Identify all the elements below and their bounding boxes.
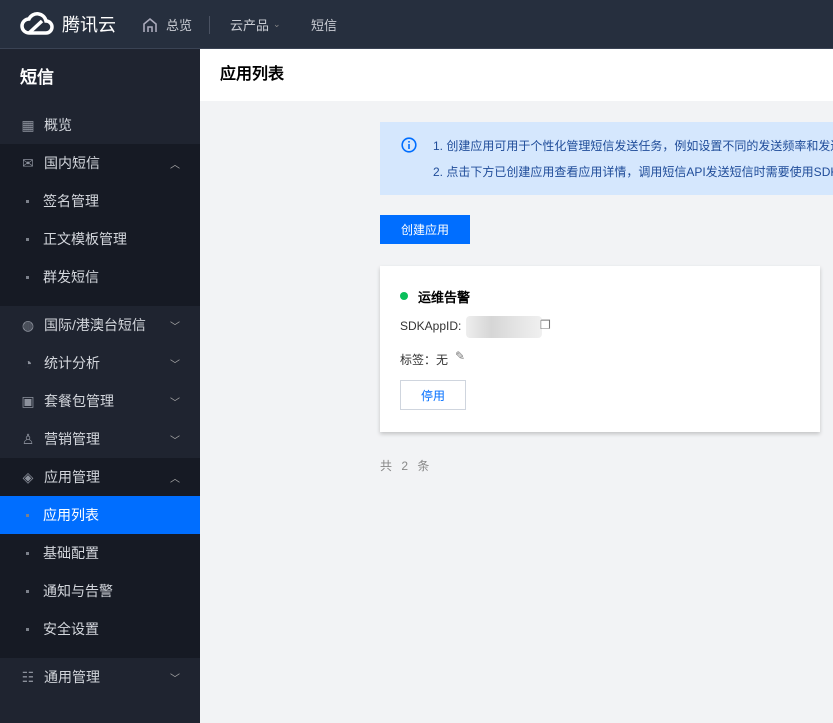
pie-chart-icon: ◔ <box>23 355 33 371</box>
sidebar-item-statistics[interactable]: ◔ 统计分析 ﹀ <box>0 344 200 382</box>
chevron-down-icon: ⌄ <box>273 19 281 29</box>
nav-sms-label: 短信 <box>311 18 338 33</box>
nav-sms[interactable]: 短信 <box>311 0 337 49</box>
sidebar-item-basic-config[interactable]: 基础配置 <box>0 534 200 572</box>
sidebar-item-overview[interactable]: ▦ 概览 <box>0 106 200 144</box>
label: 正文模板管理 <box>43 231 127 247</box>
label: 群发短信 <box>43 269 99 285</box>
sidebar-item-marketing[interactable]: ♙ 营销管理 ﹀ <box>0 420 200 458</box>
page-title: 应用列表 <box>200 49 833 101</box>
label: 概览 <box>44 117 72 133</box>
cloud-logo-icon <box>20 12 54 35</box>
label: 国际/港澳台短信 <box>44 317 146 333</box>
edit-pencil-icon[interactable]: ✎ <box>455 349 465 363</box>
sidebar-item-app-management[interactable]: ◈ 应用管理 ︿ <box>0 458 200 496</box>
sidebar-item-security[interactable]: 安全设置 <box>0 610 200 648</box>
user-group-icon: ♙ <box>21 430 35 447</box>
sidebar: 短信 ▦ 概览 ✉ 国内短信 ︿ 签名管理 正文模板管理 群发短信 ◍ 国际/港澳台短信… <box>0 49 200 723</box>
bullet-icon <box>26 628 29 631</box>
sidebar-item-international[interactable]: ◍ 国际/港澳台短信 ﹀ <box>0 306 200 344</box>
brand-logo[interactable]: 腾讯云 <box>20 11 116 37</box>
label: 通知与告警 <box>43 583 113 599</box>
label: 国内短信 <box>44 155 100 171</box>
nav-overview[interactable]: 总览 <box>142 0 192 49</box>
package-icon: ▣ <box>21 392 35 409</box>
chevron-down-icon: ﹀ <box>170 435 180 447</box>
sidebar-item-app-list[interactable]: 应用列表 <box>0 496 200 534</box>
disable-button[interactable]: 停用 <box>400 380 466 410</box>
label: 应用列表 <box>43 507 99 523</box>
tag-value: 无 <box>436 353 449 367</box>
globe-icon: ◍ <box>21 316 35 333</box>
sidebar-item-packages[interactable]: ▣ 套餐包管理 ﹀ <box>0 382 200 420</box>
chevron-down-icon: ﹀ <box>170 359 180 371</box>
sidebar-item-domestic-sms[interactable]: ✉ 国内短信 ︿ <box>0 144 200 182</box>
grid-icon: ▦ <box>21 116 35 133</box>
app-card[interactable]: 运维告警 SDKAppID: ❐ 标签： 无 ✎ 停用 <box>380 266 820 432</box>
sidebar-item-alerts[interactable]: 通知与告警 <box>0 572 200 610</box>
bullet-icon <box>26 514 29 517</box>
nav-products[interactable]: 云产品 ⌄ <box>230 0 281 49</box>
nav-overview-label: 总览 <box>166 18 193 33</box>
bullet-icon <box>26 552 29 555</box>
top-bar: 腾讯云 总览 云产品 ⌄ 短信 <box>0 0 833 49</box>
mail-icon: ✉ <box>22 154 34 171</box>
sdk-appid-value-redacted <box>466 316 542 338</box>
bullet-icon <box>26 276 29 279</box>
sidebar-item-bulk-sms[interactable]: 群发短信 <box>0 258 200 296</box>
sidebar-item-general[interactable]: ☷ 通用管理 ﹀ <box>0 658 200 696</box>
notice-line-2: 2. 点击下方已创建应用查看应用详情，调用短信API发送短信时需要使用SDK <box>433 165 833 179</box>
status-dot-icon <box>400 292 408 300</box>
sidebar-item-template[interactable]: 正文模板管理 <box>0 220 200 258</box>
chevron-up-icon: ︿ <box>170 473 180 485</box>
info-icon <box>401 137 417 153</box>
create-app-button[interactable]: 创建应用 <box>380 215 470 244</box>
label: 营销管理 <box>44 431 100 447</box>
chevron-up-icon: ︿ <box>170 159 180 171</box>
sdk-appid-label: SDKAppID: <box>400 319 462 333</box>
bullet-icon <box>26 200 29 203</box>
label: 通用管理 <box>44 669 100 685</box>
copy-icon[interactable]: ❐ <box>540 318 551 332</box>
chevron-down-icon: ﹀ <box>170 397 180 409</box>
label: 基础配置 <box>43 545 99 561</box>
brand-name: 腾讯云 <box>62 15 116 35</box>
label: 应用管理 <box>44 469 100 485</box>
label: 统计分析 <box>44 355 100 371</box>
bullet-icon <box>26 590 29 593</box>
label: 安全设置 <box>43 621 99 637</box>
label: 签名管理 <box>43 193 99 209</box>
nav-products-label: 云产品 <box>230 18 270 33</box>
chevron-down-icon: ﹀ <box>170 673 180 685</box>
sliders-icon: ☷ <box>21 668 35 685</box>
chevron-down-icon: ﹀ <box>170 321 180 333</box>
tag-label: 标签： <box>400 353 437 367</box>
sidebar-item-signature[interactable]: 签名管理 <box>0 182 200 220</box>
total-count: 共 2 条 <box>380 459 433 473</box>
nav-divider <box>209 16 210 34</box>
label: 套餐包管理 <box>44 393 114 409</box>
info-notice: 1. 创建应用可用于个性化管理短信发送任务，例如设置不同的发送频率和发送 2. … <box>380 122 833 195</box>
layers-icon: ◈ <box>22 468 34 485</box>
home-icon <box>143 17 157 32</box>
notice-line-1: 1. 创建应用可用于个性化管理短信发送任务，例如设置不同的发送频率和发送 <box>433 139 833 153</box>
app-name[interactable]: 运维告警 <box>418 287 470 306</box>
sidebar-title: 短信 <box>20 68 54 87</box>
bullet-icon <box>26 238 29 241</box>
